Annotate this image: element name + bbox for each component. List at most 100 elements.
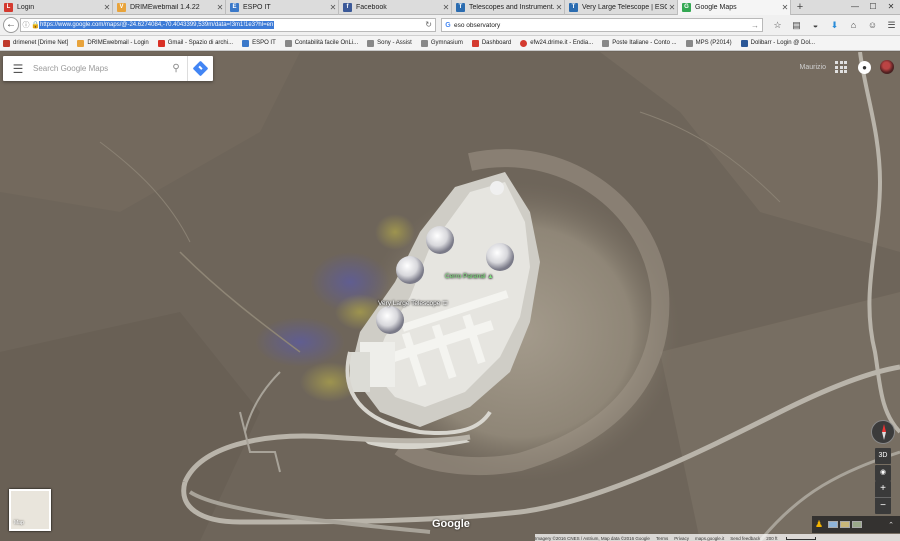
go-arrow-icon[interactable]: → <box>751 21 759 30</box>
bookmark-icon <box>420 39 428 47</box>
home-icon[interactable]: ⌂ <box>844 18 863 32</box>
poi-label: Cerro Paranal <box>445 273 486 280</box>
bookmark-item[interactable]: Dashboard <box>471 39 511 47</box>
navigation-bar: ← ⓘ 🔒 https://www.google.com/maps/@-24.6… <box>0 15 900 36</box>
hamburger-menu-icon[interactable]: ☰ <box>3 62 33 76</box>
maps-favicon-icon: G <box>682 3 691 12</box>
account-area: Maurizio ● <box>800 60 894 74</box>
notifications-icon[interactable]: ● <box>858 60 871 74</box>
photo-thumbnail[interactable] <box>852 521 862 528</box>
tab-google-maps[interactable]: G Google Maps ✕ <box>678 0 791 15</box>
poi-very-large-telescope[interactable]: Very Large Telescope ⛫ <box>378 300 448 308</box>
expand-chevron-icon[interactable]: ⌃ <box>888 521 894 529</box>
bookmark-icon <box>284 39 292 47</box>
download-icon[interactable]: ⬇ <box>825 18 844 32</box>
directions-icon[interactable] <box>187 56 213 81</box>
tab-vlt[interactable]: T Very Large Telescope | ESO ✕ <box>565 0 678 15</box>
apps-grid-icon[interactable] <box>835 61 847 73</box>
pegman-icon[interactable]: ♟ <box>812 519 826 530</box>
pocket-icon[interactable]: ◒ <box>806 18 825 32</box>
satellite-imagery[interactable] <box>0 52 900 541</box>
reload-icon[interactable]: ↻ <box>425 19 432 31</box>
bookmark-label: efw24.drime.it - Endia... <box>530 40 594 46</box>
map-layer-toggle[interactable]: Map <box>9 489 51 531</box>
send-feedback-link[interactable]: Send feedback <box>730 536 760 541</box>
tab-drimewebmail[interactable]: V DRIMEwebmail 1.4.22 ✕ <box>113 0 226 15</box>
address-bar[interactable]: ⓘ 🔒 https://www.google.com/maps/@-24.627… <box>20 18 436 32</box>
compass-icon[interactable] <box>871 420 895 444</box>
info-icon[interactable]: ⓘ <box>21 20 31 30</box>
maximize-icon[interactable]: ☐ <box>864 0 882 15</box>
menu-icon[interactable]: ☰ <box>882 18 900 32</box>
bookmark-item[interactable]: Sony - Assist <box>367 39 412 47</box>
close-tab-icon[interactable]: ✕ <box>328 3 338 12</box>
tab-title: DRIMEwebmail 1.4.22 <box>130 4 200 11</box>
photo-thumbnail[interactable] <box>828 521 838 528</box>
bookmark-item[interactable]: drimenet [Drime Net] <box>3 39 68 47</box>
bookmark-icon <box>242 39 250 47</box>
close-tab-icon[interactable]: ✕ <box>554 3 564 12</box>
search-value[interactable]: eso observatory <box>454 22 500 29</box>
browser-search-field[interactable]: G eso observatory → <box>441 18 763 32</box>
tab-espo-it[interactable]: E ESPO IT ✕ <box>226 0 339 15</box>
tab-title: Facebook <box>356 4 387 11</box>
star-icon[interactable]: ☆ <box>768 18 787 32</box>
minimap-label: Map <box>14 520 24 526</box>
clipboard-icon[interactable]: ▤ <box>787 18 806 32</box>
bookmark-item[interactable]: efw24.drime.it - Endia... <box>520 39 594 47</box>
bookmark-icon <box>740 39 748 47</box>
bookmark-item[interactable]: Gmail - Spazio di archi... <box>157 39 233 47</box>
bookmark-item[interactable]: Poste Italiane - Conto ... <box>602 39 677 47</box>
my-location-icon[interactable]: ◉ <box>875 465 891 481</box>
url-text[interactable]: https://www.google.com/maps/@-24.6274084… <box>39 21 275 29</box>
bookmark-label: Dolibarr - Login @ Dol... <box>750 40 816 46</box>
bookmark-icon <box>3 39 10 47</box>
bookmark-label: Poste Italiane - Conto ... <box>612 40 677 46</box>
bookmark-icon <box>602 39 610 47</box>
privacy-link[interactable]: Privacy <box>674 536 689 541</box>
back-arrow-icon[interactable]: ← <box>3 17 19 33</box>
close-tab-icon[interactable]: ✕ <box>215 3 225 12</box>
avatar[interactable] <box>880 60 894 74</box>
bookmark-label: Gymnasium <box>430 40 463 46</box>
google-logo: Google <box>432 518 470 530</box>
bookmark-item[interactable]: ESPO IT <box>242 39 276 47</box>
terms-link[interactable]: Terms <box>656 536 668 541</box>
tab-bar: L Login ✕ V DRIMEwebmail 1.4.22 ✕ E ESPO… <box>0 0 900 15</box>
photo-thumbnail[interactable] <box>840 521 850 528</box>
bookmark-item[interactable]: Gymnasium <box>420 39 463 47</box>
close-window-icon[interactable]: ✕ <box>882 0 900 15</box>
bookmark-item[interactable]: MPS (P2014) <box>685 39 732 47</box>
minimize-icon[interactable]: — <box>846 0 864 15</box>
bookmark-item[interactable]: Dolibarr - Login @ Dol... <box>740 39 816 47</box>
tab-title: ESPO IT <box>243 4 271 11</box>
close-tab-icon[interactable]: ✕ <box>780 3 790 12</box>
eso-favicon-icon: T <box>456 3 465 12</box>
search-icon[interactable]: ⚲ <box>165 63 187 74</box>
user-name[interactable]: Maurizio <box>800 64 826 71</box>
bookmark-label: Sony - Assist <box>377 40 412 46</box>
maps-domain-link[interactable]: maps.google.it <box>695 536 724 541</box>
tab-telescopes[interactable]: T Telescopes and Instrument... ✕ <box>452 0 565 15</box>
close-tab-icon[interactable]: ✕ <box>667 3 677 12</box>
scale-label[interactable]: 200 ft <box>766 536 821 541</box>
tab-login[interactable]: L Login ✕ <box>0 0 113 15</box>
bookmark-label: ESPO IT <box>252 40 276 46</box>
facebook-favicon-icon: f <box>343 3 352 12</box>
bookmark-item[interactable]: DRIMEwebmail - Login <box>77 39 149 47</box>
tab-title: Google Maps <box>695 4 737 11</box>
bookmarks-bar: drimenet [Drime Net] DRIMEwebmail - Logi… <box>0 36 900 51</box>
zoom-in-button[interactable]: + <box>875 481 891 497</box>
chat-icon[interactable]: ☺ <box>863 18 882 32</box>
new-tab-button[interactable]: + <box>791 0 809 15</box>
bookmark-item[interactable]: Contabilità facile OnLi... <box>284 39 358 47</box>
tilt-3d-button[interactable]: 3D <box>875 448 891 464</box>
close-tab-icon[interactable]: ✕ <box>441 3 451 12</box>
tab-facebook[interactable]: f Facebook ✕ <box>339 0 452 15</box>
close-tab-icon[interactable]: ✕ <box>102 3 112 12</box>
tab-title: Login <box>17 4 35 11</box>
map-canvas[interactable]: ☰ ⚲ Maurizio ● Cerro Paranal▲ Very Large… <box>0 52 900 541</box>
zoom-out-button[interactable]: − <box>875 498 891 514</box>
maps-search-input[interactable] <box>33 64 165 73</box>
poi-cerro-paranal[interactable]: Cerro Paranal ▲ <box>445 273 493 280</box>
